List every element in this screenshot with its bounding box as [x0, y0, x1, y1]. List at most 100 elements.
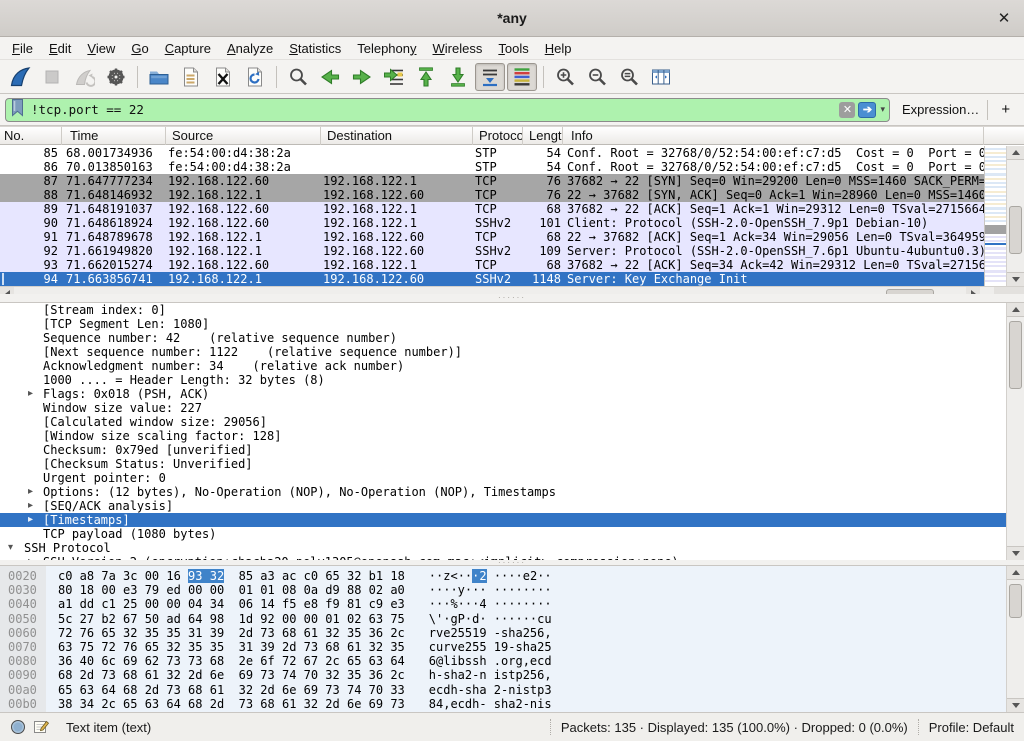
close-file-button[interactable]: [208, 63, 238, 91]
column-header-destination[interactable]: Destination: [323, 127, 473, 145]
hex-row[interactable]: 007063 75 72 76 65 32 35 35 31 39 2d 73 …: [0, 640, 1024, 654]
status-profile[interactable]: Profile: Default: [929, 720, 1014, 735]
zoom-in-button[interactable]: [550, 63, 580, 91]
column-header-no[interactable]: No.: [0, 127, 62, 145]
column-header-info[interactable]: Info: [567, 127, 984, 145]
menu-statistics[interactable]: Statistics: [281, 38, 349, 59]
hex-bytes[interactable]: 65 63 64 68 2d 73 68 61 32 2d 6e 69 73 7…: [46, 683, 405, 697]
detail-line[interactable]: Urgent pointer: 0: [0, 471, 1024, 485]
detail-line[interactable]: ▸[Timestamps]: [0, 513, 1024, 527]
hex-ascii[interactable]: ··z<···2 ····e2··: [405, 569, 552, 583]
packet-row-94[interactable]: 9471.663856741192.168.122.1192.168.122.6…: [0, 272, 984, 286]
filter-clear-icon[interactable]: ✕: [839, 102, 855, 118]
hex-bytes[interactable]: 72 76 65 32 35 35 31 39 2d 73 68 61 32 3…: [46, 626, 405, 640]
hex-bytes[interactable]: c0 a8 7a 3c 00 16 93 32 85 a3 ac c0 65 3…: [46, 569, 405, 583]
menu-telephony[interactable]: Telephony: [349, 38, 424, 59]
packet-row-85[interactable]: 8568.001734936fe:54:00:d4:38:2aSTP54Conf…: [0, 146, 984, 160]
scroll-up-arrow-icon[interactable]: [1007, 146, 1024, 160]
scroll-down-arrow-icon[interactable]: [1007, 272, 1024, 286]
packet-row-90[interactable]: 9071.648618924192.168.122.60192.168.122.…: [0, 216, 984, 230]
hex-row[interactable]: 003080 18 00 e3 79 ed 00 00 01 01 08 0a …: [0, 583, 1024, 597]
hex-bytes[interactable]: 63 75 72 76 65 32 35 35 31 39 2d 73 68 6…: [46, 640, 405, 654]
scrollbar-thumb[interactable]: [1009, 206, 1022, 254]
hex-row[interactable]: 008036 40 6c 69 62 73 73 68 2e 6f 72 67 …: [0, 654, 1024, 668]
column-header-time[interactable]: Time: [66, 127, 166, 145]
add-filter-button[interactable]: +: [996, 101, 1015, 118]
packet-row-86[interactable]: 8670.013850163fe:54:00:d4:38:2aSTP54Conf…: [0, 160, 984, 174]
find-packet-button[interactable]: [283, 63, 313, 91]
go-back-button[interactable]: [315, 63, 345, 91]
detail-line[interactable]: [Checksum Status: Unverified]: [0, 457, 1024, 471]
hex-ascii[interactable]: h-sha2-n istp256,: [405, 668, 552, 682]
hex-bytes[interactable]: 5c 27 b2 67 50 ad 64 98 1d 92 00 00 01 0…: [46, 612, 405, 626]
menu-capture[interactable]: Capture: [157, 38, 219, 59]
capture-comment-icon[interactable]: [33, 719, 50, 735]
expander-collapsed-icon[interactable]: ▸: [28, 513, 33, 527]
column-header-source[interactable]: Source: [168, 127, 321, 145]
filter-dropdown-caret-icon[interactable]: ▾: [880, 104, 885, 115]
menu-tools[interactable]: Tools: [490, 38, 536, 59]
detail-line[interactable]: ▾SSH Protocol: [0, 541, 1024, 555]
detail-line[interactable]: ▸[SEQ/ACK analysis]: [0, 499, 1024, 513]
auto-scroll-button[interactable]: [475, 63, 505, 91]
open-file-button[interactable]: [144, 63, 174, 91]
detail-line[interactable]: ▸Options: (12 bytes), No-Operation (NOP)…: [0, 485, 1024, 499]
capture-options-button[interactable]: [101, 63, 131, 91]
detail-line[interactable]: Sequence number: 42 (relative sequence n…: [0, 331, 1024, 345]
zoom-out-button[interactable]: [582, 63, 612, 91]
packet-row-91[interactable]: 9171.648789678192.168.122.1192.168.122.6…: [0, 230, 984, 244]
menu-analyze[interactable]: Analyze: [219, 38, 281, 59]
resize-columns-button[interactable]: [646, 63, 676, 91]
detail-line[interactable]: Checksum: 0x79ed [unverified]: [0, 443, 1024, 457]
intelligent-scrollbar-minimap[interactable]: [984, 146, 1006, 286]
detail-line[interactable]: Acknowledgment number: 34 (relative ack …: [0, 359, 1024, 373]
hex-ascii[interactable]: 6@libssh .org,ecd: [405, 654, 552, 668]
filter-value[interactable]: !tcp.port == 22: [31, 102, 839, 117]
packet-row-89[interactable]: 8971.648191037192.168.122.60192.168.122.…: [0, 202, 984, 216]
expert-info-icon[interactable]: [10, 719, 26, 735]
menu-help[interactable]: Help: [537, 38, 580, 59]
menu-view[interactable]: View: [79, 38, 123, 59]
column-header-length[interactable]: Length: [525, 127, 563, 145]
hex-row[interactable]: 009068 2d 73 68 61 32 2d 6e 69 73 74 70 …: [0, 668, 1024, 682]
go-last-button[interactable]: [443, 63, 473, 91]
detail-line[interactable]: 1000 .... = Header Length: 32 bytes (8): [0, 373, 1024, 387]
go-first-button[interactable]: [411, 63, 441, 91]
menu-wireless[interactable]: Wireless: [425, 38, 491, 59]
expander-expanded-icon[interactable]: ▾: [8, 541, 13, 555]
bookmark-icon[interactable]: [10, 98, 25, 122]
hex-bytes[interactable]: 68 2d 73 68 61 32 2d 6e 69 73 74 70 32 3…: [46, 668, 405, 682]
packet-row-87[interactable]: 8771.647777234192.168.122.60192.168.122.…: [0, 174, 984, 188]
restart-capture-button[interactable]: [69, 63, 99, 91]
go-forward-button[interactable]: [347, 63, 377, 91]
hex-ascii[interactable]: ····y··· ········: [405, 583, 552, 597]
start-capture-button[interactable]: [5, 63, 35, 91]
expander-collapsed-icon[interactable]: ▸: [28, 499, 33, 513]
hex-bytes[interactable]: 80 18 00 e3 79 ed 00 00 01 01 08 0a d9 8…: [46, 583, 405, 597]
detail-line[interactable]: TCP payload (1080 bytes): [0, 527, 1024, 541]
detail-line[interactable]: [Window size scaling factor: 128]: [0, 429, 1024, 443]
save-file-button[interactable]: [176, 63, 206, 91]
scrollbar-thumb[interactable]: [1009, 321, 1022, 389]
hex-bytes[interactable]: 38 34 2c 65 63 64 68 2d 73 68 61 32 2d 6…: [46, 697, 405, 711]
scrollbar-thumb[interactable]: [1009, 584, 1022, 618]
expression-button[interactable]: Expression…: [902, 102, 979, 117]
hex-bytes[interactable]: 36 40 6c 69 62 73 73 68 2e 6f 72 67 2c 6…: [46, 654, 405, 668]
expander-collapsed-icon[interactable]: ▸: [28, 485, 33, 499]
pane-splitter[interactable]: ······: [0, 294, 1024, 302]
hex-ascii[interactable]: 84,ecdh- sha2-nis: [405, 697, 552, 711]
go-to-packet-button[interactable]: [379, 63, 409, 91]
stop-capture-button[interactable]: [37, 63, 67, 91]
detail-line[interactable]: Window size value: 227: [0, 401, 1024, 415]
display-filter-input[interactable]: !tcp.port == 22 ✕ ➔ ▾: [5, 98, 890, 122]
hex-ascii[interactable]: ecdh-sha 2-nistp3: [405, 683, 552, 697]
filter-apply-icon[interactable]: ➔: [858, 102, 876, 118]
packet-list-vscrollbar[interactable]: [1006, 146, 1024, 286]
close-icon[interactable]: ✕: [994, 8, 1014, 28]
scroll-up-arrow-icon[interactable]: [1007, 303, 1024, 317]
hex-row[interactable]: 0040a1 dd c1 25 00 00 04 34 06 14 f5 e8 …: [0, 597, 1024, 611]
detail-line[interactable]: [TCP Segment Len: 1080]: [0, 317, 1024, 331]
scroll-up-arrow-icon[interactable]: [1007, 566, 1024, 580]
menu-edit[interactable]: Edit: [41, 38, 79, 59]
packet-row-88[interactable]: 8871.648146932192.168.122.1192.168.122.6…: [0, 188, 984, 202]
